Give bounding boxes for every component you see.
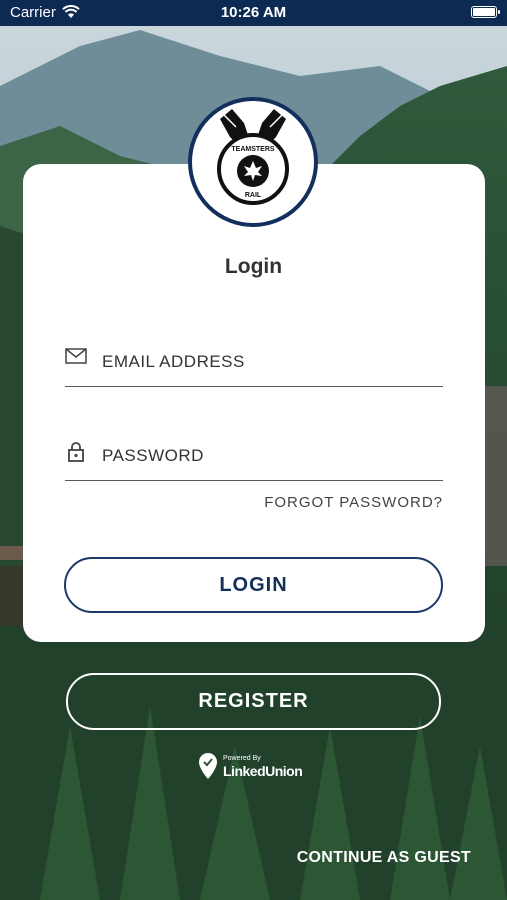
password-field[interactable]: PASSWORD <box>65 436 443 481</box>
powered-by-label: Powered By <box>223 755 261 762</box>
mail-icon <box>65 348 87 364</box>
clock: 10:26 AM <box>220 4 287 21</box>
login-title: Login <box>224 255 283 278</box>
lock-icon <box>68 442 84 462</box>
battery-icon <box>471 6 500 18</box>
login-screen: Carrier 10:26 AM TEAMSTERS RAIL Login EM… <box>0 0 507 900</box>
linkedunion-brand: LinkedUnion <box>223 763 303 779</box>
location-pin-icon <box>199 753 217 779</box>
register-button[interactable]: REGISTER <box>66 673 441 730</box>
email-placeholder: EMAIL ADDRESS <box>102 352 245 371</box>
teamsters-rail-logo: TEAMSTERS RAIL <box>188 97 318 227</box>
logo-bottom-text: RAIL <box>245 192 262 199</box>
logo-top-text: TEAMSTERS <box>231 146 275 153</box>
email-field[interactable]: EMAIL ADDRESS <box>65 342 443 387</box>
status-bar: Carrier 10:26 AM <box>0 0 507 26</box>
horse-head-emblem-icon: TEAMSTERS RAIL <box>217 109 289 205</box>
continue-as-guest-link[interactable]: CONTINUE AS GUEST <box>297 849 471 867</box>
password-placeholder: PASSWORD <box>102 446 204 465</box>
login-button[interactable]: LOGIN <box>64 557 443 613</box>
forgot-password-link[interactable]: FORGOT PASSWORD? <box>264 494 443 511</box>
